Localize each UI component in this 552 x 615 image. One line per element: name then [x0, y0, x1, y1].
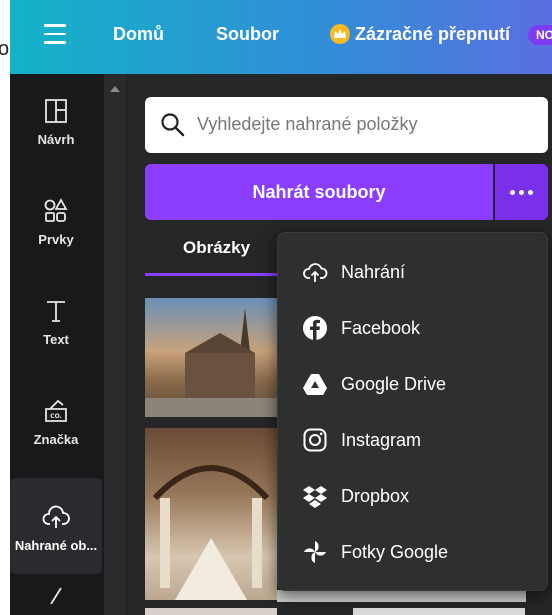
- scroll-up-arrow-icon[interactable]: [110, 86, 120, 92]
- search-input[interactable]: [195, 113, 529, 136]
- menu-item-label: Google Drive: [341, 374, 447, 394]
- interior-image: [152, 465, 270, 600]
- menu-item-facebook[interactable]: Facebook: [278, 305, 547, 349]
- nav-home[interactable]: Domů: [113, 24, 164, 45]
- menu-item-google-drive[interactable]: Google Drive: [278, 361, 547, 405]
- image-thumbnail-cathedral[interactable]: [145, 298, 277, 417]
- scrollbar[interactable]: [104, 74, 126, 615]
- menu-item-dropbox[interactable]: Dropbox: [278, 473, 547, 517]
- layout-icon: [45, 99, 67, 123]
- menu-item-label: Dropbox: [341, 486, 410, 506]
- cloud-upload-icon: [303, 263, 328, 282]
- menu-item-upload[interactable]: Nahrání: [278, 249, 547, 293]
- menu-item-label: Facebook: [341, 318, 421, 338]
- search-box[interactable]: [145, 97, 548, 153]
- pen-icon: [50, 587, 62, 604]
- google-drive-icon: [303, 374, 327, 395]
- google-photos-icon: [304, 541, 326, 563]
- sidebar-item-draw[interactable]: [10, 574, 102, 615]
- sidebar: Návrh Prvky Text CO. Značka Nahrané ob..…: [10, 74, 104, 615]
- cathedral-image: [145, 308, 277, 417]
- menu-item-label: Instagram: [341, 430, 422, 450]
- tab-underline: [145, 273, 280, 276]
- new-badge: NO: [528, 25, 552, 45]
- menu-item-instagram[interactable]: Instagram: [278, 417, 547, 461]
- cloud-upload-icon: [42, 505, 70, 528]
- sidebar-item-label: Nahrané ob...: [14, 538, 98, 553]
- facebook-icon: [303, 316, 327, 340]
- crown-icon: [330, 24, 350, 44]
- tab-images[interactable]: Obrázky: [183, 238, 250, 258]
- sidebar-item-label: Text: [43, 332, 69, 347]
- image-thumbnail-partial[interactable]: [277, 590, 526, 602]
- sidebar-item-brand[interactable]: CO. Značka: [10, 396, 102, 447]
- dropbox-icon: [303, 486, 327, 508]
- top-bar: Domů Soubor Zázračné přepnutí NO: [10, 0, 552, 74]
- sidebar-item-label: Prvky: [38, 232, 74, 247]
- sidebar-item-label: Návrh: [37, 132, 75, 147]
- sidebar-item-label: Značka: [33, 432, 79, 447]
- search-icon: [161, 113, 185, 137]
- nav-magic-switch[interactable]: Zázračné přepnutí: [355, 24, 510, 45]
- menu-item-label: Fotky Google: [341, 542, 449, 562]
- brand-icon: CO.: [45, 399, 67, 422]
- menu-item-google-photos[interactable]: Fotky Google: [278, 529, 547, 573]
- sidebar-item-elements[interactable]: Prvky: [10, 196, 102, 247]
- upload-source-menu: Nahrání Facebook Google Drive Instagram …: [277, 232, 548, 591]
- sidebar-item-uploads[interactable]: Nahrané ob...: [10, 478, 102, 574]
- menu-item-label: Nahrání: [341, 262, 406, 282]
- image-thumbnail-interior[interactable]: [145, 428, 277, 600]
- shapes-icon: [44, 198, 68, 222]
- sidebar-item-text[interactable]: Text: [10, 296, 102, 347]
- menu-icon[interactable]: [44, 24, 66, 44]
- instagram-icon: [303, 428, 327, 452]
- image-thumbnail-partial[interactable]: [145, 608, 277, 615]
- nav-file[interactable]: Soubor: [216, 24, 279, 45]
- svg-text:CO.: CO.: [50, 413, 62, 420]
- edge-text-fragment: o: [0, 38, 10, 60]
- image-thumbnail-partial[interactable]: [353, 608, 525, 615]
- more-options-button[interactable]: [495, 164, 548, 220]
- text-icon: [47, 301, 65, 322]
- upload-files-button[interactable]: Nahrát soubory: [145, 164, 493, 220]
- sidebar-item-design[interactable]: Návrh: [10, 96, 102, 147]
